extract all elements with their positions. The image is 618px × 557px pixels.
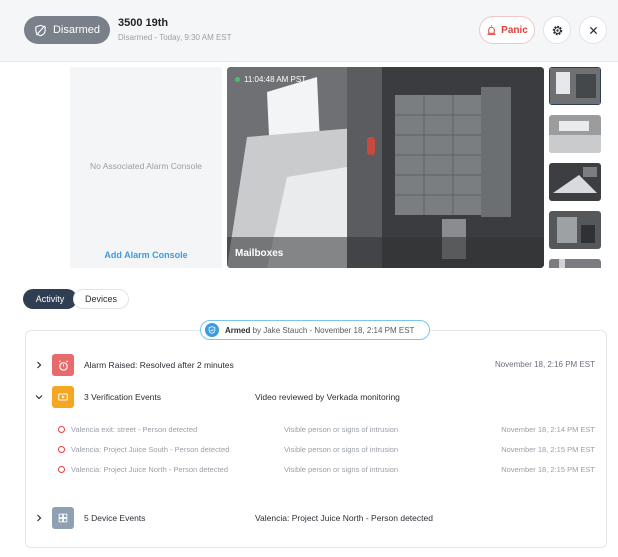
add-alarm-console-link[interactable]: Add Alarm Console <box>70 250 222 260</box>
panic-label: Panic <box>501 24 528 36</box>
siren-icon <box>487 24 496 35</box>
verification-item-desc: Visible person or signs of intrusion <box>284 465 399 474</box>
chevron-down-icon[interactable] <box>35 393 43 401</box>
close-icon <box>589 26 597 34</box>
event-description: Valencia: Project Juice North - Person d… <box>255 513 433 523</box>
tab-activity[interactable]: Activity <box>23 289 77 309</box>
verification-item-time: November 18, 2:14 PM EST <box>501 425 595 434</box>
camera-timestamp: 11:04:48 AM PST <box>235 75 306 84</box>
shield-off-icon <box>35 24 46 36</box>
device-grid-icon <box>52 507 74 529</box>
event-description: Video reviewed by Verkada monitoring <box>255 392 400 402</box>
gear-icon <box>552 25 562 35</box>
event-title: 5 Device Events <box>84 513 146 523</box>
activity-tabs: Activity Devices <box>23 289 129 309</box>
alert-ring-icon <box>58 426 65 433</box>
camera-thumbnail[interactable] <box>549 163 601 201</box>
verification-item-desc: Visible person or signs of intrusion <box>284 425 399 434</box>
camera-feed[interactable]: 11:04:48 AM PST Mailboxes <box>227 67 544 268</box>
verification-item-time: November 18, 2:15 PM EST <box>501 465 595 474</box>
verification-item-title: Valencia: Project Juice North - Person d… <box>71 465 229 474</box>
close-button[interactable] <box>579 16 607 44</box>
verification-item[interactable]: Valencia exit: street - Person detected … <box>25 422 607 438</box>
event-time: November 18, 2:16 PM EST <box>494 360 595 369</box>
panic-button[interactable]: Panic <box>479 16 535 44</box>
camera-image <box>227 67 544 268</box>
thumbnail-image <box>549 259 601 268</box>
alert-ring-icon <box>58 466 65 473</box>
no-console-text: No Associated Alarm Console <box>90 161 202 171</box>
video-verification-icon <box>52 386 74 408</box>
chevron-right-icon[interactable] <box>35 361 43 369</box>
verification-item[interactable]: Valencia: Project Juice South - Person d… <box>25 442 607 458</box>
event-title: Alarm Raised: Resolved after 2 minutes <box>84 360 234 370</box>
event-row-verification[interactable]: 3 Verification Events Video reviewed by … <box>25 385 607 409</box>
event-row-alarm[interactable]: Alarm Raised: Resolved after 2 minutes N… <box>25 353 607 377</box>
camera-thumbnail[interactable] <box>549 211 601 249</box>
armed-status-pill: Armed by Jake Stauch - November 18, 2:14… <box>200 320 430 340</box>
disarmed-status-button[interactable]: Disarmed <box>24 16 110 44</box>
verification-item[interactable]: Valencia: Project Juice North - Person d… <box>25 462 607 478</box>
camera-thumbnail[interactable] <box>549 67 601 105</box>
camera-name: Mailboxes <box>235 248 284 259</box>
alarm-icon <box>52 354 74 376</box>
settings-button[interactable] <box>543 16 571 44</box>
chevron-right-icon[interactable] <box>35 514 43 522</box>
verification-item-desc: Visible person or signs of intrusion <box>284 445 399 454</box>
verification-item-title: Valencia: Project Juice South - Person d… <box>71 445 230 454</box>
armed-label: Armed <box>225 325 251 335</box>
site-status-text: Disarmed - Today, 9:30 AM EST <box>118 33 232 42</box>
header-bar: Disarmed 3500 19th Disarmed - Today, 9:3… <box>0 0 618 62</box>
alarm-console-panel: No Associated Alarm Console Add Alarm Co… <box>70 67 222 268</box>
thumbnail-image <box>549 211 601 249</box>
shield-check-icon <box>205 323 219 337</box>
event-title: 3 Verification Events <box>84 392 162 402</box>
tab-devices[interactable]: Devices <box>73 289 129 309</box>
armed-detail: by Jake Stauch - November 18, 2:14 PM ES… <box>252 325 415 335</box>
camera-thumbnail[interactable] <box>549 115 601 153</box>
status-label: Disarmed <box>52 24 101 36</box>
live-dot-icon <box>235 77 240 82</box>
verification-item-time: November 18, 2:15 PM EST <box>501 445 595 454</box>
event-row-devices[interactable]: 5 Device Events Valencia: Project Juice … <box>25 506 607 530</box>
site-title: 3500 19th <box>118 17 169 29</box>
thumbnail-image <box>549 163 601 201</box>
alert-ring-icon <box>58 446 65 453</box>
verification-item-title: Valencia exit: street - Person detected <box>71 425 198 434</box>
thumbnail-image <box>550 68 600 104</box>
camera-thumbnail[interactable] <box>549 259 601 268</box>
camera-thumbnail-strip <box>549 67 601 268</box>
camera-time-text: 11:04:48 AM PST <box>244 75 307 84</box>
thumbnail-image <box>549 115 601 153</box>
